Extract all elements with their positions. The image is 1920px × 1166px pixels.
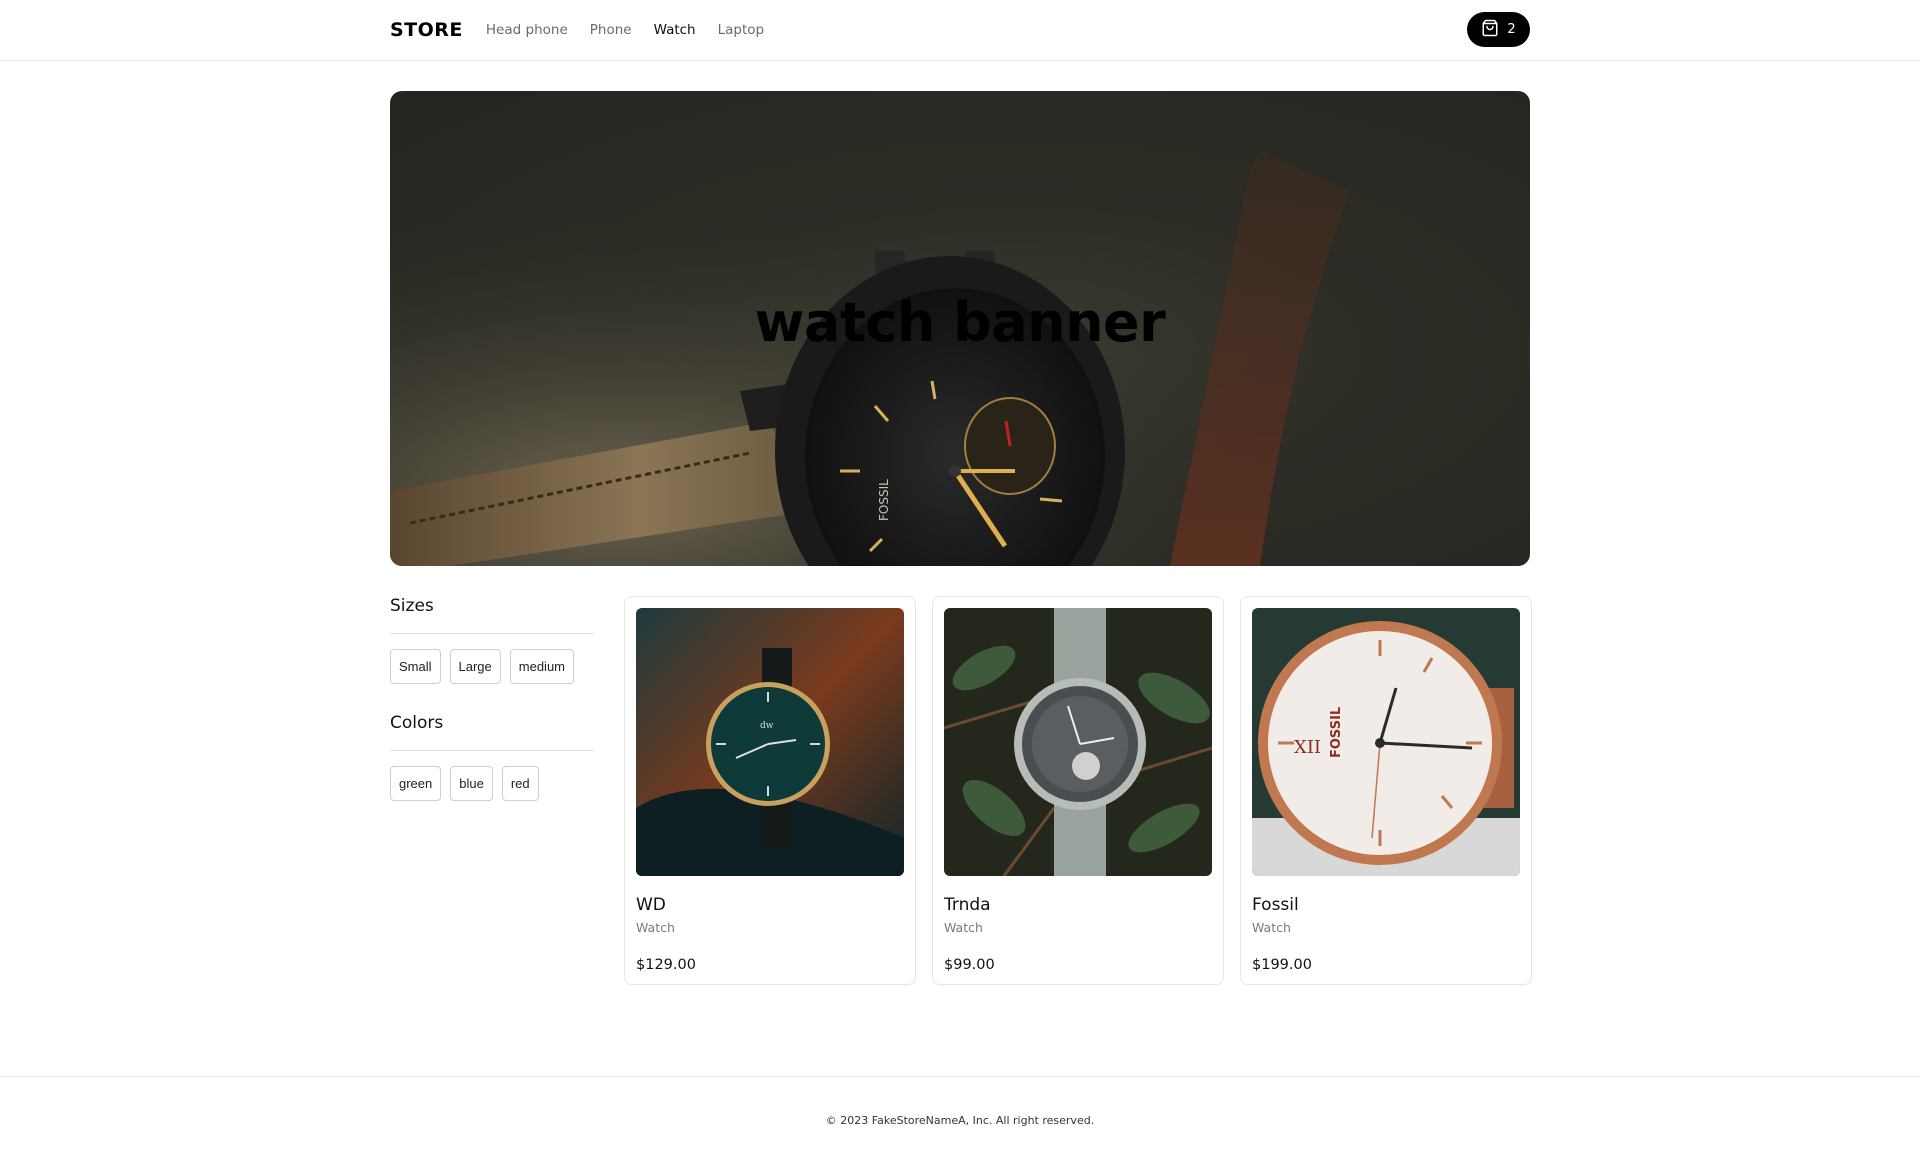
colors-filter-title: Colors bbox=[390, 713, 594, 751]
product-price: $199.00 bbox=[1252, 957, 1312, 973]
hero-banner: FOSSIL watch banner bbox=[390, 91, 1530, 566]
product-image[interactable]: dw bbox=[636, 608, 904, 876]
size-option-large[interactable]: Large bbox=[449, 649, 501, 684]
nav-link-watch[interactable]: Watch bbox=[654, 22, 696, 38]
footer-copyright: © 2023 FakeStoreNameA, Inc. All right re… bbox=[825, 1114, 1095, 1127]
svg-text:XII: XII bbox=[1294, 737, 1321, 758]
shopping-bag-icon bbox=[1481, 19, 1499, 41]
color-option-blue[interactable]: blue bbox=[450, 766, 493, 801]
banner-title: watch banner bbox=[754, 291, 1166, 354]
sizes-filter-title: Sizes bbox=[390, 596, 594, 634]
product-card[interactable]: dw WD Watch $129.00 bbox=[624, 596, 916, 985]
sizes-filter: Sizes Small Large medium bbox=[390, 596, 594, 684]
cart-count: 2 bbox=[1507, 22, 1516, 37]
nav-link-phone[interactable]: Phone bbox=[590, 22, 632, 38]
filters-sidebar: Sizes Small Large medium Colors green bl… bbox=[390, 596, 594, 830]
navbar-inner: STORE Head phone Phone Watch Laptop 2 bbox=[390, 0, 1530, 60]
colors-filter: Colors green blue red bbox=[390, 713, 594, 801]
product-image[interactable]: FOSSIL XII bbox=[1252, 608, 1520, 876]
nav-links: Head phone Phone Watch Laptop bbox=[486, 22, 786, 38]
product-category: Watch bbox=[1252, 920, 1291, 935]
product-card[interactable]: FOSSIL XII Fossil Watch $199.00 bbox=[1240, 596, 1532, 985]
product-grid: dw WD Watch $129.00 Trnda Watch $99.00 F… bbox=[624, 596, 1532, 985]
product-category: Watch bbox=[944, 920, 983, 935]
footer: © 2023 FakeStoreNameA, Inc. All right re… bbox=[0, 1076, 1920, 1166]
product-name: Fossil bbox=[1252, 895, 1299, 915]
size-option-medium[interactable]: medium bbox=[509, 649, 575, 684]
product-price: $129.00 bbox=[636, 957, 696, 973]
color-option-green[interactable]: green bbox=[390, 766, 442, 801]
color-option-red[interactable]: red bbox=[501, 766, 539, 801]
svg-text:dw: dw bbox=[760, 721, 774, 731]
nav-link-laptop[interactable]: Laptop bbox=[718, 22, 765, 38]
sizes-chips: Small Large medium bbox=[390, 649, 594, 684]
nav-link-head-phone[interactable]: Head phone bbox=[486, 22, 568, 38]
svg-text:FOSSIL: FOSSIL bbox=[1329, 707, 1344, 758]
product-card[interactable]: Trnda Watch $99.00 bbox=[932, 596, 1224, 985]
product-image[interactable] bbox=[944, 608, 1212, 876]
cart-button[interactable]: 2 bbox=[1467, 12, 1530, 47]
product-name: WD bbox=[636, 895, 666, 915]
store-logo[interactable]: STORE bbox=[390, 19, 463, 41]
colors-chips: green blue red bbox=[390, 766, 594, 801]
navbar: STORE Head phone Phone Watch Laptop 2 bbox=[0, 0, 1920, 61]
size-option-small[interactable]: Small bbox=[390, 649, 441, 684]
product-price: $99.00 bbox=[944, 957, 995, 973]
product-name: Trnda bbox=[944, 895, 991, 915]
svg-text:FOSSIL: FOSSIL bbox=[877, 479, 891, 521]
product-category: Watch bbox=[636, 920, 675, 935]
